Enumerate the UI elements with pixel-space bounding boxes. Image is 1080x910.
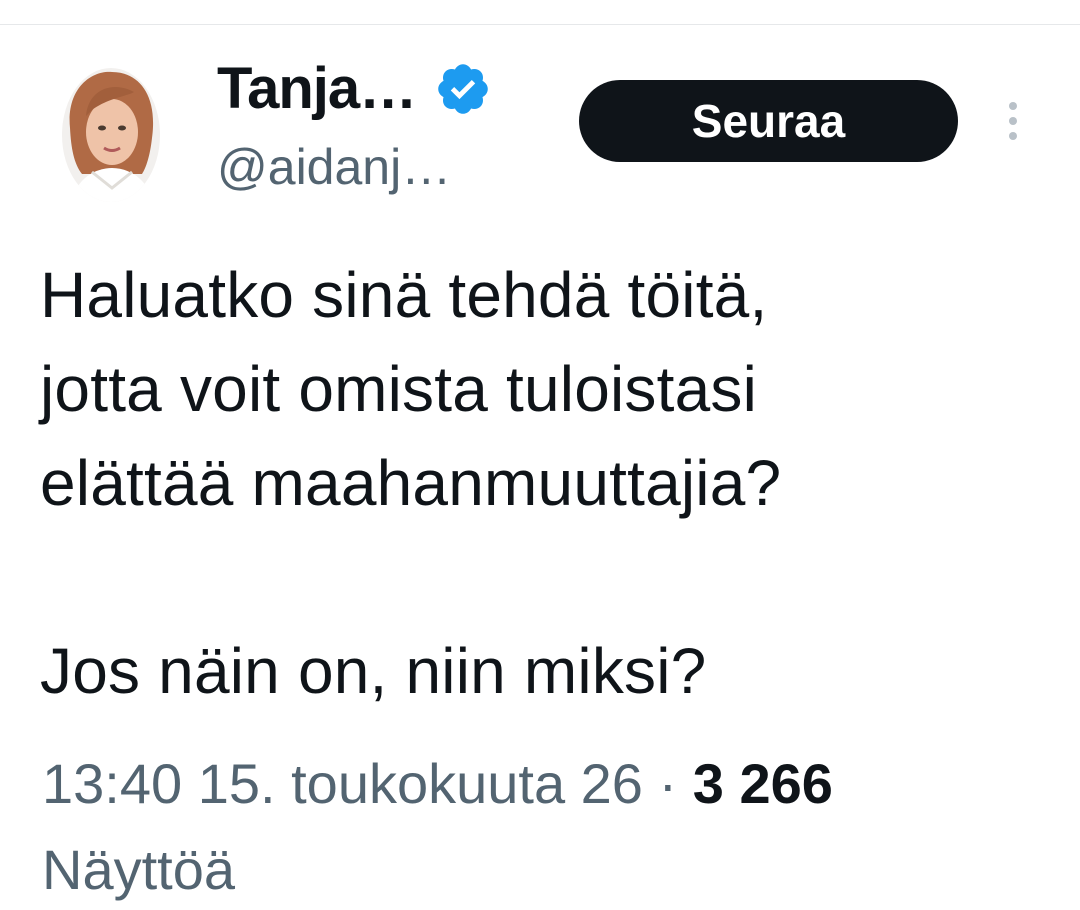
tweet-time[interactable]: 13:40 <box>42 752 182 815</box>
tweet-text-line: elättää maahanmuuttajia? <box>40 447 782 519</box>
tweet-text-line: jotta voit omista tuloistasi <box>40 353 758 425</box>
views-count: 3 266 <box>692 752 833 815</box>
author-display-name[interactable]: Tanja… <box>217 60 417 118</box>
tweet-meta: 13:40 15. toukokuuta 26 · 3 266 <box>42 744 833 824</box>
author-handle[interactable]: @aidanj… <box>217 142 451 192</box>
author-row: Tanja… <box>217 57 492 121</box>
tweet-date[interactable]: 15. toukokuuta 26 <box>198 752 643 815</box>
tweet-text: Haluatko sinä tehdä töitä, jotta voit om… <box>40 248 1040 718</box>
verified-badge-icon[interactable] <box>434 60 492 118</box>
meta-separator: · <box>658 752 678 815</box>
avatar[interactable] <box>62 68 160 202</box>
tweet-text-line: Haluatko sinä tehdä töitä, <box>40 259 768 331</box>
avatar-photo <box>62 68 160 202</box>
more-vertical-icon[interactable] <box>998 96 1028 146</box>
top-divider <box>0 24 1080 25</box>
follow-button[interactable]: Seuraa <box>579 80 958 162</box>
views-label: Näyttöä <box>42 838 235 901</box>
tweet-text-line: Jos näin on, niin miksi? <box>40 635 707 707</box>
